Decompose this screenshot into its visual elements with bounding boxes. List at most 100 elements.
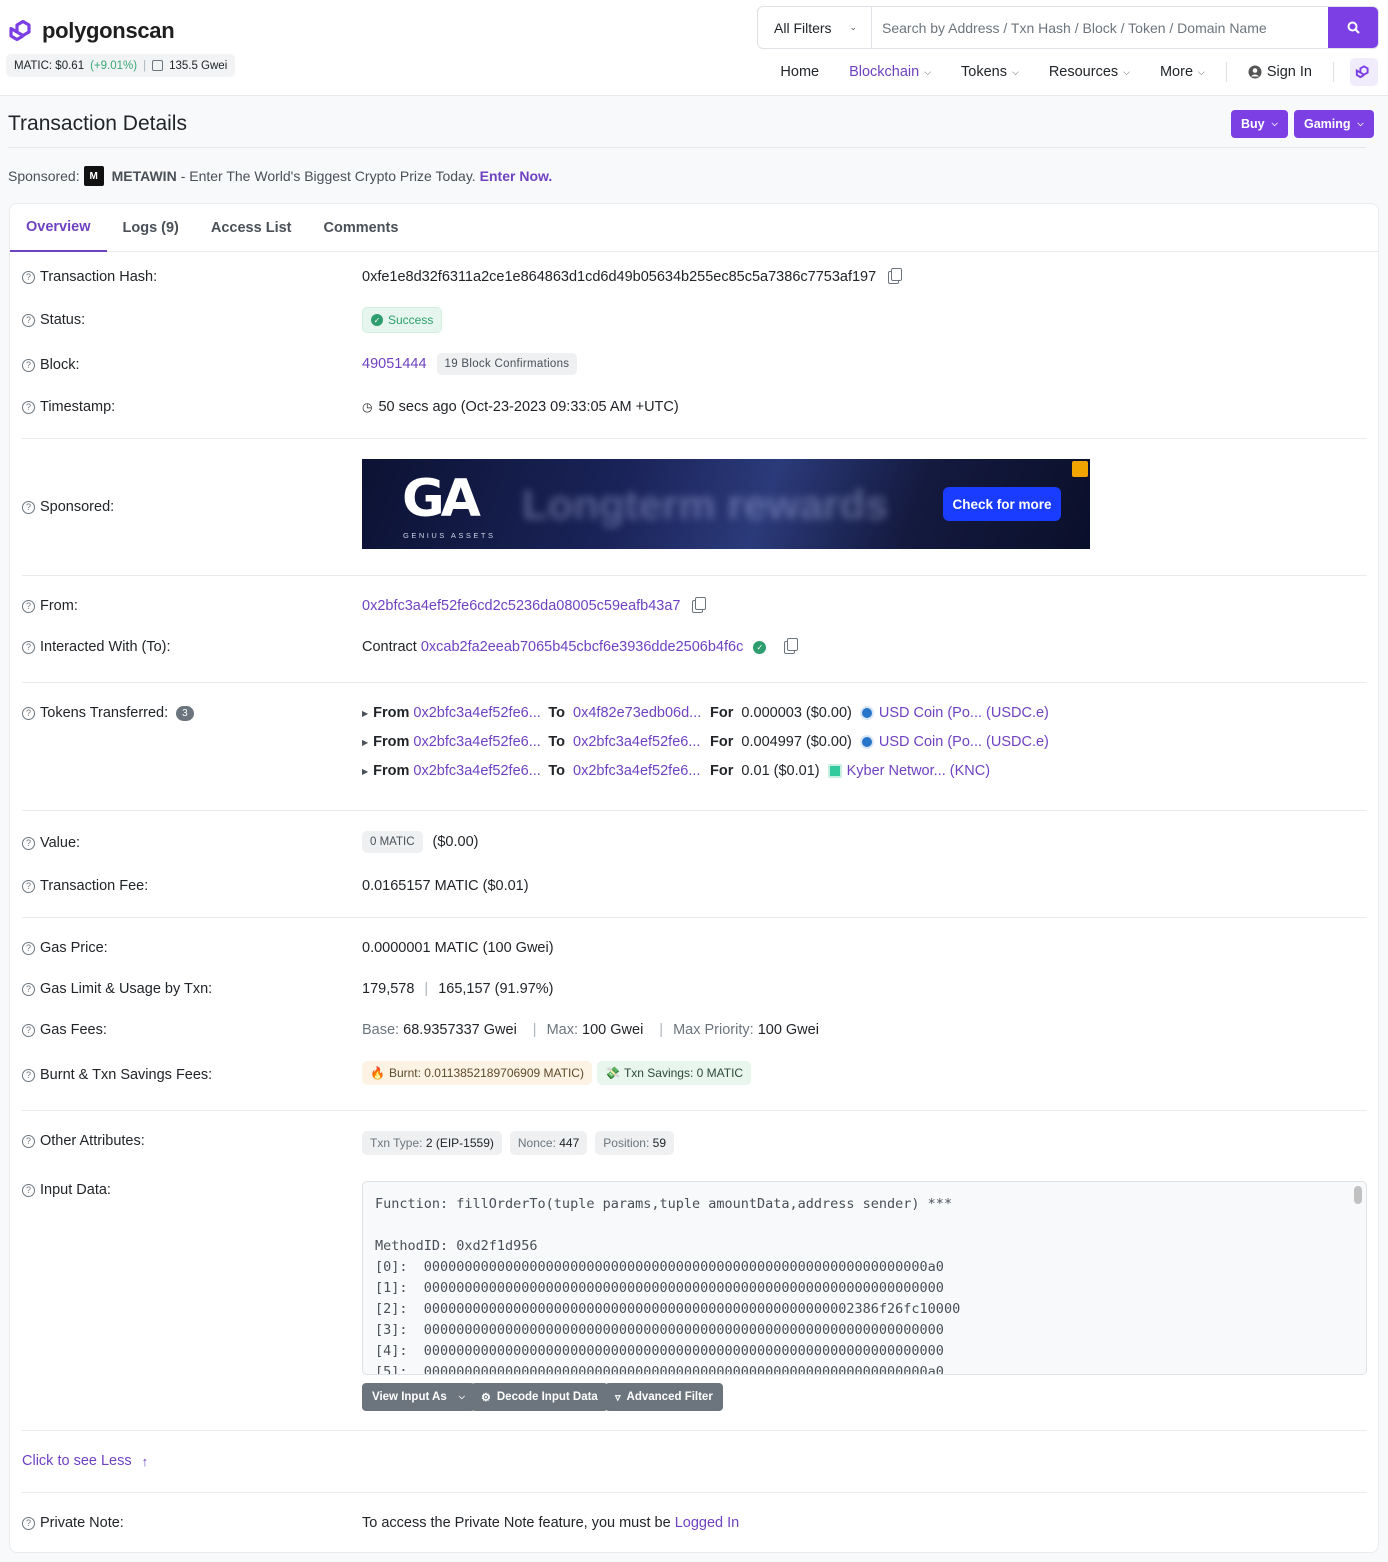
- hash-label-text: Transaction Hash:: [40, 269, 158, 285]
- chevron-down-icon: ⌵: [1357, 119, 1364, 128]
- decode-input-button[interactable]: ⚙ Decode Input Data: [471, 1383, 608, 1411]
- scrollbar[interactable]: [1354, 1186, 1362, 1204]
- tab-overview[interactable]: Overview: [10, 204, 107, 252]
- help-icon[interactable]: ?: [22, 836, 35, 850]
- token-link[interactable]: Kyber Networ... (KNC): [847, 763, 990, 779]
- block-label: ? Block:: [22, 357, 80, 373]
- matic-price[interactable]: MATIC: $0.61: [14, 60, 84, 72]
- knc-icon: [827, 764, 842, 778]
- block-number-link[interactable]: 49051444: [362, 356, 427, 372]
- ad-cta-button[interactable]: Check for more: [943, 487, 1061, 521]
- for-keyword: For: [710, 734, 734, 750]
- nav-more[interactable]: More ⌵: [1145, 64, 1220, 80]
- ad-headline: Longterm rewards: [522, 481, 889, 528]
- caret-right-icon: ▶: [362, 708, 369, 718]
- transfer-from-link[interactable]: 0x2bfc3a4ef52fe6...: [413, 705, 540, 721]
- nav-more-label: More: [1159, 64, 1194, 80]
- help-icon[interactable]: ?: [22, 500, 35, 514]
- buy-button[interactable]: Buy ⌵: [1231, 110, 1288, 138]
- metawin-icon: M: [83, 166, 104, 186]
- status-label: ? Status:: [22, 312, 85, 328]
- contract-address-link[interactable]: 0xcab2fa2eeab7065b45cbcf6e3936dde2506b4f…: [421, 639, 744, 655]
- help-icon[interactable]: ?: [22, 1183, 35, 1197]
- input-data-textarea[interactable]: Function: fillOrderTo(tuple params,tuple…: [362, 1181, 1367, 1375]
- help-icon[interactable]: ?: [22, 706, 35, 720]
- help-icon[interactable]: ?: [22, 1516, 35, 1530]
- to-keyword: To: [548, 734, 566, 750]
- gas-price[interactable]: 135.5 Gwei: [169, 60, 227, 72]
- hash-label: ? Transaction Hash:: [22, 269, 157, 285]
- usdc-icon: [859, 706, 874, 720]
- timestamp-label-text: Timestamp:: [40, 399, 116, 415]
- search-button[interactable]: [1328, 7, 1378, 48]
- nav-divider: [1225, 62, 1227, 82]
- to-label: ? Interacted With (To):: [22, 639, 171, 655]
- see-less-text[interactable]: Click to see Less: [22, 1453, 132, 1469]
- value-row: 0 MATIC ($0.00): [362, 831, 478, 853]
- gaming-button[interactable]: Gaming ⌵: [1294, 110, 1374, 138]
- transfer-to-link[interactable]: 0x4f82e73edb06d...: [573, 705, 702, 721]
- position-value: 59: [652, 1136, 667, 1150]
- copy-icon[interactable]: [692, 596, 707, 613]
- tab-logs[interactable]: Logs (9): [107, 204, 195, 252]
- help-icon[interactable]: ?: [22, 599, 35, 613]
- from-address-link[interactable]: 0x2bfc3a4ef52fe6cd2c5236da08005c59eafb43…: [362, 598, 680, 614]
- chevron-down-icon: ⌵: [1198, 66, 1205, 77]
- private-note-label-text: Private Note:: [40, 1515, 124, 1531]
- help-icon[interactable]: ?: [22, 941, 35, 955]
- caret-right-icon: ▶: [362, 766, 369, 776]
- help-icon[interactable]: ?: [22, 1023, 35, 1037]
- gas-pump-icon: [152, 60, 164, 71]
- timestamp-value: 50 secs ago (Oct-23-2023 09:33:05 AM +UT…: [378, 399, 679, 415]
- logged-in-link[interactable]: Logged In: [675, 1515, 740, 1531]
- page-title: Transaction Details: [8, 112, 187, 135]
- nav-sign-in[interactable]: Sign In: [1233, 64, 1327, 80]
- to-keyword: To: [548, 705, 566, 721]
- private-note-text: To access the Private Note feature, you …: [362, 1515, 671, 1531]
- nav-resources[interactable]: Resources ⌵: [1034, 64, 1145, 80]
- copy-icon[interactable]: [888, 267, 903, 284]
- nav-home[interactable]: Home: [765, 64, 834, 80]
- tokens-label-text: Tokens Transferred:: [40, 705, 169, 721]
- help-icon[interactable]: ?: [22, 358, 35, 372]
- brand-logo[interactable]: polygonscan: [8, 18, 175, 44]
- nav-tokens[interactable]: Tokens ⌵: [946, 64, 1034, 80]
- help-icon[interactable]: ?: [22, 982, 35, 996]
- help-icon[interactable]: ?: [22, 270, 35, 284]
- transfer-from-link[interactable]: 0x2bfc3a4ef52fe6...: [413, 734, 540, 750]
- from-keyword: From: [373, 705, 410, 721]
- transfer-to-link[interactable]: 0x2bfc3a4ef52fe6...: [573, 763, 702, 779]
- advanced-filter-button[interactable]: ▿ Advanced Filter: [605, 1383, 723, 1411]
- verified-icon: ✓: [753, 640, 767, 654]
- transfer-from-link[interactable]: 0x2bfc3a4ef52fe6...: [413, 763, 540, 779]
- help-icon[interactable]: ?: [22, 313, 35, 327]
- token-link[interactable]: USD Coin (Po... (USDC.e): [879, 705, 1049, 721]
- polygon-network-button[interactable]: [1350, 58, 1378, 86]
- sponsor-cta-link[interactable]: Enter Now.: [480, 168, 553, 184]
- fire-icon: 🔥: [370, 1066, 385, 1080]
- see-less-link[interactable]: Click to see Less ↑: [22, 1453, 148, 1469]
- hash-value-row: 0xfe1e8d32f6311a2ce1e864863d1cd6d49b0563…: [362, 267, 903, 285]
- divider: [22, 1110, 1367, 1111]
- tab-access-list[interactable]: Access List: [195, 204, 308, 252]
- nav-blockchain[interactable]: Blockchain ⌵: [834, 64, 946, 80]
- help-icon[interactable]: ?: [22, 879, 35, 893]
- search-input[interactable]: [872, 7, 1328, 48]
- help-icon[interactable]: ?: [22, 400, 35, 414]
- token-link[interactable]: USD Coin (Po... (USDC.e): [879, 734, 1049, 750]
- decode-icon: ⚙: [481, 1391, 491, 1404]
- view-input-as-button[interactable]: View Input As ⌵: [362, 1383, 475, 1411]
- transfer-to-link[interactable]: 0x2bfc3a4ef52fe6...: [573, 734, 702, 750]
- help-icon[interactable]: ?: [22, 640, 35, 654]
- for-keyword: For: [710, 763, 734, 779]
- search-filter-select[interactable]: All Filters ⌄: [758, 7, 872, 48]
- ad-choices-icon[interactable]: [1072, 461, 1088, 477]
- search-bar: All Filters ⌄: [757, 6, 1379, 49]
- help-icon[interactable]: ?: [22, 1068, 35, 1082]
- sponsored-banner: Sponsored: M METAWIN - Enter The World's…: [8, 166, 552, 186]
- burnt-row: 🔥 Burnt: 0.0113852189706909 MATIC) 💸 Txn S…: [362, 1061, 752, 1085]
- ad-banner[interactable]: GA GENIUS ASSETS Longterm rewards Check …: [362, 459, 1090, 549]
- help-icon[interactable]: ?: [22, 1134, 35, 1148]
- copy-icon[interactable]: [784, 637, 799, 654]
- tab-comments[interactable]: Comments: [308, 204, 415, 252]
